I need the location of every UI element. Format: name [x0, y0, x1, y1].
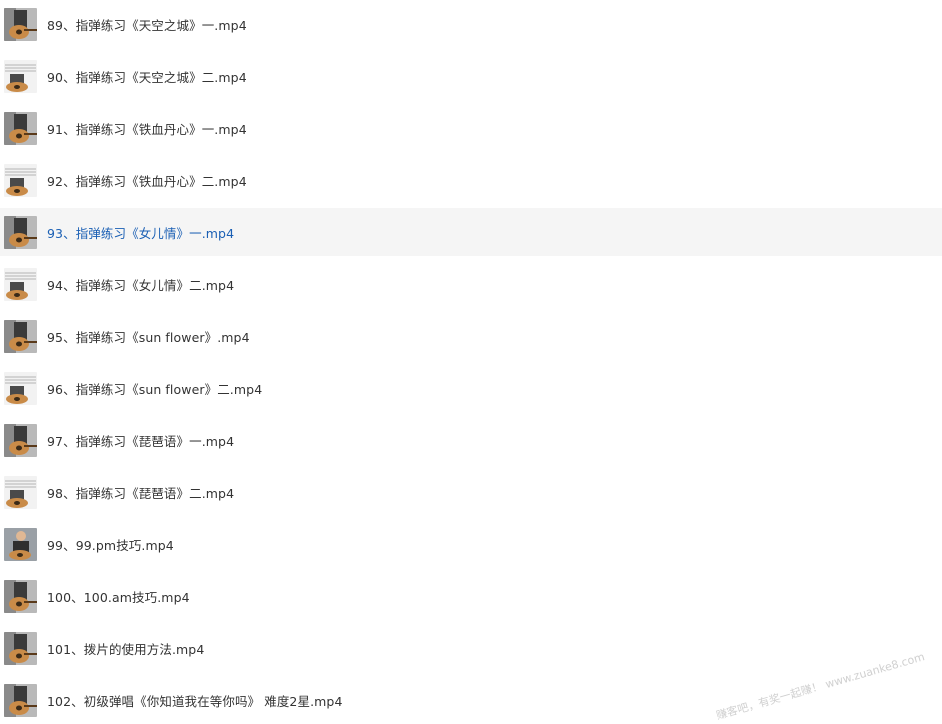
file-row[interactable]: 95、指弹练习《sun flower》.mp4	[0, 312, 942, 360]
file-row[interactable]: 92、指弹练习《铁血丹心》二.mp4	[0, 156, 942, 204]
file-name[interactable]: 97、指弹练习《琵琶语》一.mp4	[47, 431, 234, 450]
file-name[interactable]: 95、指弹练习《sun flower》.mp4	[47, 327, 250, 346]
file-name[interactable]: 94、指弹练习《女儿情》二.mp4	[47, 275, 234, 294]
file-name[interactable]: 93、指弹练习《女儿情》一.mp4	[47, 223, 234, 242]
video-thumbnail-icon[interactable]	[4, 59, 37, 93]
file-name[interactable]: 100、100.am技巧.mp4	[47, 587, 190, 606]
video-thumbnail-icon[interactable]	[4, 319, 37, 353]
file-row[interactable]: 100、100.am技巧.mp4	[0, 572, 942, 620]
file-row[interactable]: 89、指弹练习《天空之城》一.mp4	[0, 0, 942, 48]
file-list: 89、指弹练习《天空之城》一.mp4 90、指弹练习《天空之城》二.mp4 91、指…	[0, 0, 942, 724]
video-thumbnail-icon[interactable]	[4, 631, 37, 665]
file-name[interactable]: 91、指弹练习《铁血丹心》一.mp4	[47, 119, 247, 138]
video-thumbnail-icon[interactable]	[4, 267, 37, 301]
file-name[interactable]: 99、99.pm技巧.mp4	[47, 535, 174, 554]
video-thumbnail-icon[interactable]	[4, 475, 37, 509]
video-thumbnail-icon[interactable]	[4, 527, 37, 561]
video-thumbnail-icon[interactable]	[4, 423, 37, 457]
file-row[interactable]: 97、指弹练习《琵琶语》一.mp4	[0, 416, 942, 464]
file-row[interactable]: 101、拨片的使用方法.mp4	[0, 624, 942, 672]
file-row[interactable]: 96、指弹练习《sun flower》二.mp4	[0, 364, 942, 412]
video-thumbnail-icon[interactable]	[4, 163, 37, 197]
video-thumbnail-icon[interactable]	[4, 579, 37, 613]
file-name[interactable]: 92、指弹练习《铁血丹心》二.mp4	[47, 171, 247, 190]
file-row[interactable]: 94、指弹练习《女儿情》二.mp4	[0, 260, 942, 308]
video-thumbnail-icon[interactable]	[4, 111, 37, 145]
file-name[interactable]: 102、初级弹唱《你知道我在等你吗》 难度2星.mp4	[47, 691, 343, 710]
video-thumbnail-icon[interactable]	[4, 215, 37, 249]
file-name[interactable]: 101、拨片的使用方法.mp4	[47, 639, 204, 658]
file-row[interactable]: 91、指弹练习《铁血丹心》一.mp4	[0, 104, 942, 152]
video-thumbnail-icon[interactable]	[4, 371, 37, 405]
file-name[interactable]: 96、指弹练习《sun flower》二.mp4	[47, 379, 262, 398]
file-row[interactable]: 93、指弹练习《女儿情》一.mp4	[0, 208, 942, 256]
file-name[interactable]: 98、指弹练习《琵琶语》二.mp4	[47, 483, 234, 502]
file-name[interactable]: 89、指弹练习《天空之城》一.mp4	[47, 15, 247, 34]
file-name[interactable]: 90、指弹练习《天空之城》二.mp4	[47, 67, 247, 86]
video-thumbnail-icon[interactable]	[4, 683, 37, 717]
video-thumbnail-icon[interactable]	[4, 7, 37, 41]
file-row[interactable]: 90、指弹练习《天空之城》二.mp4	[0, 52, 942, 100]
file-row[interactable]: 99、99.pm技巧.mp4	[0, 520, 942, 568]
file-row[interactable]: 98、指弹练习《琵琶语》二.mp4	[0, 468, 942, 516]
